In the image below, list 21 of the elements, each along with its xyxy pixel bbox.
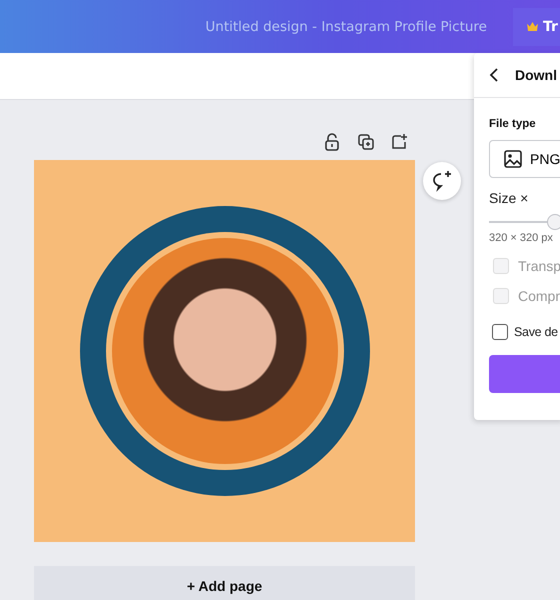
checkbox[interactable] bbox=[492, 324, 508, 340]
slider-thumb[interactable] bbox=[547, 214, 560, 230]
file-type-value: PNG bbox=[530, 151, 560, 167]
add-page-button[interactable]: + Add page bbox=[34, 566, 415, 600]
file-type-dropdown[interactable]: PNG bbox=[489, 140, 560, 178]
panel-title: Downl bbox=[515, 67, 557, 83]
add-page-icon[interactable] bbox=[392, 134, 408, 150]
duplicate-icon[interactable] bbox=[358, 134, 374, 150]
design-canvas[interactable] bbox=[34, 160, 415, 542]
comment-icon bbox=[431, 170, 453, 192]
crown-icon bbox=[527, 22, 538, 31]
size-reading: 320 × 320 px bbox=[489, 232, 554, 244]
image-icon bbox=[504, 150, 522, 168]
option-label: Compr bbox=[518, 288, 560, 304]
lock-icon[interactable] bbox=[324, 133, 340, 151]
add-comment-button[interactable] bbox=[423, 162, 461, 200]
option-label: Save de bbox=[514, 325, 558, 339]
size-label: Size × bbox=[489, 190, 530, 206]
back-icon[interactable] bbox=[489, 67, 499, 83]
upgrade-button[interactable]: Tr bbox=[513, 8, 560, 46]
file-type-label: File type bbox=[489, 118, 537, 130]
